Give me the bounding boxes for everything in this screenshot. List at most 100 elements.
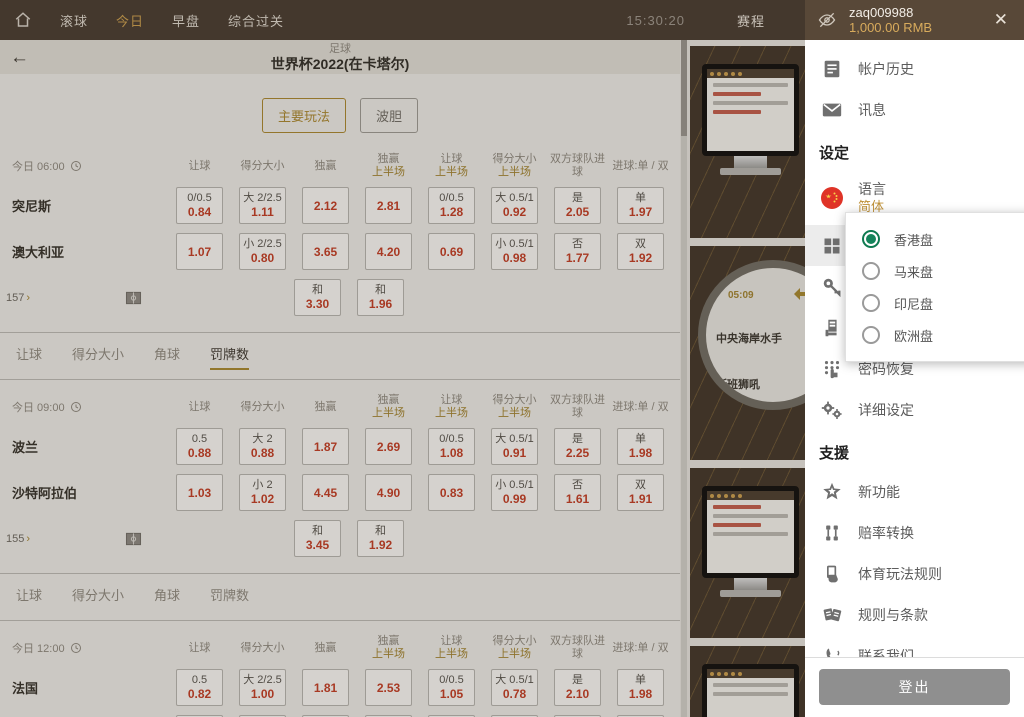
nav-item-2[interactable]: 早盘 — [172, 11, 200, 30]
odds-cell[interactable]: 否1.77 — [554, 233, 601, 270]
nav-schedule[interactable]: 赛程 — [737, 11, 765, 30]
odds-cell[interactable]: 3.65 — [302, 233, 349, 270]
odds-cell[interactable]: 0/0.50.84 — [176, 187, 223, 224]
odds-cell[interactable]: 大 0.5/10.92 — [491, 187, 538, 224]
draw-odds-cell[interactable]: 和3.30 — [294, 279, 341, 316]
odds-cell[interactable]: 单1.98 — [617, 428, 664, 465]
odds-cell[interactable]: 小 0.5/10.98 — [491, 233, 538, 270]
scrollbar-thumb[interactable] — [681, 40, 687, 136]
odds-cell[interactable]: 是2.25 — [554, 428, 601, 465]
logout-button[interactable]: 登出 — [819, 669, 1010, 705]
odds-cell[interactable]: 小 2/2.50.80 — [239, 233, 286, 270]
sidebar-item-device[interactable]: 体育玩法规则 — [805, 553, 1024, 594]
odds-cell[interactable]: 0/0.51.05 — [428, 669, 475, 706]
sidebar-item-star[interactable]: 新功能 — [805, 471, 1024, 512]
odds-cell[interactable]: 1.81 — [302, 669, 349, 706]
tab-角球[interactable]: 角球 — [154, 585, 180, 611]
odds-cell[interactable]: 单1.97 — [617, 187, 664, 224]
odds-type-label: 马来盘 — [894, 262, 933, 281]
sidebar-item-terms[interactable]: 规则与条款 — [805, 594, 1024, 635]
home-icon[interactable] — [14, 11, 32, 29]
odds-cell[interactable]: 2.12 — [302, 187, 349, 224]
sidebar-item-history[interactable]: 帐户历史 — [805, 48, 1024, 89]
odds-cell[interactable]: 1.07 — [176, 233, 223, 270]
odds-cell[interactable]: 1.03 — [176, 474, 223, 511]
odds-type-option-0[interactable]: 香港盘 — [846, 223, 1024, 255]
odds-cell[interactable]: 大 20.88 — [239, 428, 286, 465]
star-icon — [819, 479, 845, 505]
sidebar-item-phone[interactable]: 联系我们 — [805, 635, 1024, 657]
tab-罚牌数[interactable]: 罚牌数 — [210, 585, 249, 611]
odds-cell[interactable]: 4.90 — [365, 474, 412, 511]
odds-cell[interactable]: 大 0.5/10.91 — [491, 428, 538, 465]
match-block: 今日 06:00让球得分大小独赢独赢上半场让球上半场得分大小上半场双方球队进球进… — [0, 153, 680, 316]
odds-cell[interactable]: 4.20 — [365, 233, 412, 270]
odds-cell[interactable]: 小 0.5/10.99 — [491, 474, 538, 511]
odds-cell[interactable]: 双1.92 — [617, 233, 664, 270]
sidebar-item-mail[interactable]: 讯息 — [805, 89, 1024, 130]
radio-icon[interactable] — [862, 262, 880, 280]
pitch-icon[interactable] — [125, 291, 142, 305]
tab-罚牌数[interactable]: 罚牌数 — [210, 344, 249, 370]
odds-cell[interactable]: 2.81 — [365, 187, 412, 224]
nav-item-3[interactable]: 综合过关 — [228, 11, 284, 30]
odds-cell[interactable]: 0.83 — [428, 474, 475, 511]
odds-cell[interactable]: 0/0.51.28 — [428, 187, 475, 224]
phone-icon — [819, 643, 845, 658]
pitch-icon[interactable] — [125, 532, 142, 546]
eye-off-icon[interactable] — [817, 10, 837, 30]
nav-item-0[interactable]: 滚球 — [60, 11, 88, 30]
radio-icon[interactable] — [862, 326, 880, 344]
odds-cell[interactable]: 单1.98 — [617, 669, 664, 706]
odds-cell[interactable]: 小 21.02 — [239, 474, 286, 511]
sidebar-item-gears[interactable]: 详细设定 — [805, 389, 1024, 430]
odds-cell[interactable]: 4.45 — [302, 474, 349, 511]
primary-markets-button[interactable]: 主要玩法 — [262, 98, 346, 133]
correct-score-button[interactable]: 波胆 — [360, 98, 418, 133]
tab-角球[interactable]: 角球 — [154, 344, 180, 370]
odds-cell[interactable]: 双1.91 — [617, 474, 664, 511]
tab-得分大小[interactable]: 得分大小 — [72, 344, 124, 370]
odds-value: 0.82 — [188, 687, 211, 701]
odds-cell[interactable]: 是2.05 — [554, 187, 601, 224]
odds-cell[interactable]: 0.69 — [428, 233, 475, 270]
radio-selected-icon[interactable] — [862, 230, 880, 248]
odds-cell[interactable]: 大 2/2.51.11 — [239, 187, 286, 224]
close-icon[interactable]: ✕ — [990, 8, 1012, 32]
column-header-line2: 上半场 — [420, 648, 483, 661]
odds-type-option-1[interactable]: 马来盘 — [846, 255, 1024, 287]
odds-cell[interactable]: 0.50.88 — [176, 428, 223, 465]
odds-cell[interactable]: 大 0.5/10.78 — [491, 669, 538, 706]
more-markets-link[interactable]: 157› — [6, 292, 30, 304]
tab-让球[interactable]: 让球 — [16, 585, 42, 611]
nav-item-1[interactable]: 今日 — [116, 11, 144, 30]
odds-cell[interactable]: 0/0.51.08 — [428, 428, 475, 465]
odds-cell[interactable]: 2.69 — [365, 428, 412, 465]
sidebar-item-convert[interactable]: 赔率转换 — [805, 512, 1024, 553]
column-header-line1: 独赢 — [357, 394, 420, 407]
odds-cell[interactable]: 1.87 — [302, 428, 349, 465]
odds-cell[interactable]: 0.50.82 — [176, 669, 223, 706]
back-arrow-icon[interactable]: ← — [10, 48, 29, 67]
sidebar-item-label: 联系我们 — [858, 647, 914, 658]
odds-type-option-3[interactable]: 欧洲盘 — [846, 319, 1024, 351]
odds-cell[interactable]: 是2.10 — [554, 669, 601, 706]
draw-odds-cell[interactable]: 和1.92 — [357, 520, 404, 557]
tab-得分大小[interactable]: 得分大小 — [72, 585, 124, 611]
more-markets-link[interactable]: 155› — [6, 533, 30, 545]
odds-value: 0.84 — [188, 205, 211, 219]
odds-cell[interactable]: 2.53 — [365, 669, 412, 706]
odds-type-option-2[interactable]: 印尼盘 — [846, 287, 1024, 319]
draw-odds-cell[interactable]: 和1.96 — [357, 279, 404, 316]
column-header: 得分大小 — [231, 642, 294, 655]
radio-icon[interactable] — [862, 294, 880, 312]
draw-odds-cell[interactable]: 和3.45 — [294, 520, 341, 557]
odds-cell[interactable]: 否1.61 — [554, 474, 601, 511]
sidebar-item-label: 体育玩法规则 — [858, 565, 942, 583]
odds-cell[interactable]: 大 2/2.51.00 — [239, 669, 286, 706]
tab-让球[interactable]: 让球 — [16, 344, 42, 370]
odds-value: 1.05 — [440, 687, 463, 701]
market-tabs: 让球 得分大小 角球 罚牌数 — [0, 333, 680, 379]
scrollbar-track[interactable] — [681, 40, 687, 717]
odds-value: 2.69 — [377, 440, 400, 454]
